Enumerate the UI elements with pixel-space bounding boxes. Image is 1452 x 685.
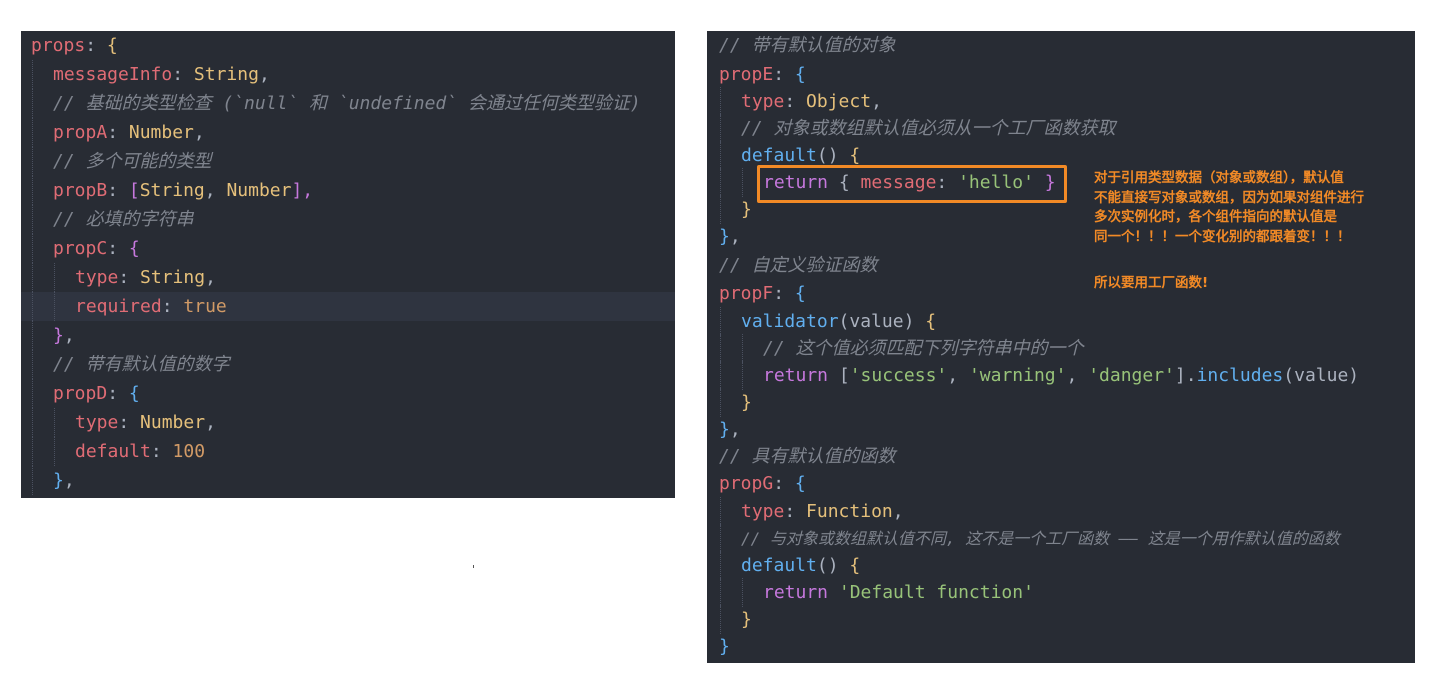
code-line: } [719,636,730,657]
code-line: props: { [31,35,118,56]
stray-mark [473,565,474,568]
code-comment: // 必填的字符串 [31,205,675,234]
code-comment: // 带有默认值的对象 [719,35,896,56]
code-line: type: String, [31,263,675,292]
code-comment: // 自定义验证函数 [719,255,878,276]
annotation-conclusion: 所以要用工厂函数! [1094,275,1209,291]
code-line: propB: [String, Number], [31,176,675,205]
annotation-note: 对于引用类型数据（对象或数组），默认值 不能直接写对象或数组，因为如果对组件进行… [1094,170,1364,245]
code-line: } [719,605,1415,634]
code-line: propA: Number, [31,118,675,147]
code-line: propD: { [31,379,675,408]
code-line: type: Function, [719,497,1415,526]
code-line: type: Number, [31,408,675,437]
code-line: return ['success', 'warning', 'danger'].… [719,361,1415,390]
left-code-panel: props: { messageInfo: String, // 基础的类型检查… [21,31,675,498]
code-comment: // 带有默认值的数字 [31,350,675,379]
code-line-current: required: true [21,292,675,321]
code-line: type: Object, [719,87,1415,116]
code-line: propE: { [719,64,806,85]
code-line: propG: { [719,473,806,494]
code-comment: // 具有默认值的函数 [719,446,896,467]
code-line: validator(value) { [719,307,1415,336]
code-comment: // 基础的类型检查 (`null` 和 `undefined` 会通过任何类型… [31,89,675,118]
code-comment: // 与对象或数组默认值不同, 这不是一个工厂函数 —— 这是一个用作默认值的函… [719,524,1415,553]
code-line: propC: { [31,234,675,263]
code-comment: // 多个可能的类型 [31,147,675,176]
code-comment: // 对象或数组默认值必须从一个工厂函数获取 [719,114,1415,143]
code-line: }, [719,419,741,440]
code-comment: // 这个值必须匹配下列字符串中的一个 [719,334,1415,363]
code-line: }, [31,466,675,495]
code-line: default() { [719,551,1415,580]
highlight-box [757,165,1067,203]
code-line: return 'Default function' [719,578,1415,607]
code-line: } [719,388,1415,417]
code-line: }, [31,321,675,350]
right-code-panel: // 带有默认值的对象 propE: { type: Object, // 对象… [707,31,1415,663]
code-line: messageInfo: String, [31,60,675,89]
code-line: propF: { [719,283,806,304]
code-line: default: 100 [31,437,675,466]
